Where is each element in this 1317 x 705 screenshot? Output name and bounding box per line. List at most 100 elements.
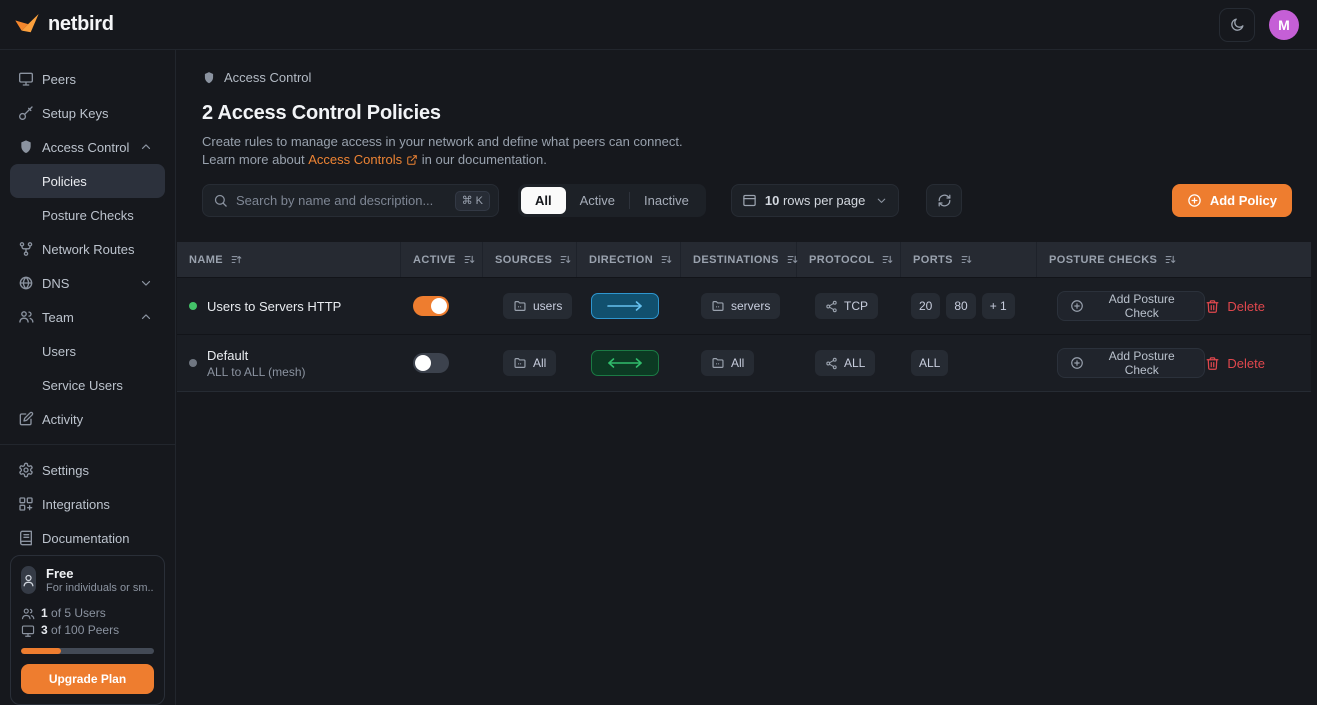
sort-desc-icon (881, 253, 894, 266)
globe-icon (18, 275, 34, 291)
sidebar-item-access-control[interactable]: Access Control (10, 130, 165, 164)
delete-policy-button[interactable]: Delete (1205, 356, 1265, 371)
policy-destinations-cell: All (681, 335, 797, 391)
source-group-label: All (533, 356, 546, 370)
sidebar-item-posture-checks[interactable]: Posture Checks (10, 198, 165, 232)
sidebar-item-team[interactable]: Team (10, 300, 165, 334)
column-label: NAME (189, 254, 223, 266)
sidebar-item-users[interactable]: Users (10, 334, 165, 368)
column-label: DIRECTION (589, 254, 653, 266)
column-header-protocol[interactable]: PROTOCOL (797, 242, 901, 277)
peers-icon (21, 624, 35, 638)
sidebar-label: Posture Checks (42, 208, 134, 223)
policies-table: NAME ACTIVE SOURCES DIRECTION DESTINATIO… (177, 242, 1311, 392)
shield-icon (18, 139, 34, 155)
sidebar-item-service-users[interactable]: Service Users (10, 368, 165, 402)
add-policy-button[interactable]: Add Policy (1172, 184, 1292, 217)
refresh-icon (937, 193, 952, 208)
column-header-sources[interactable]: SOURCES (483, 242, 577, 277)
arrow-right-icon (603, 300, 647, 312)
topbar: netbird M (0, 0, 1317, 50)
tab-inactive[interactable]: Inactive (630, 187, 703, 214)
breadcrumb[interactable]: Access Control (202, 70, 311, 85)
sidebar-label: DNS (42, 276, 69, 291)
breadcrumb-label: Access Control (224, 70, 311, 85)
sidebar-label: Policies (42, 174, 87, 189)
active-toggle-off[interactable] (413, 353, 449, 373)
policy-name-cell[interactable]: Users to Servers HTTP (177, 278, 401, 334)
plan-header: Free For individuals or sm... (21, 566, 154, 595)
sort-desc-icon (1164, 253, 1177, 266)
sidebar-item-setup-keys[interactable]: Setup Keys (10, 96, 165, 130)
policy-name-cell[interactable]: Default ALL to ALL (mesh) (177, 335, 401, 391)
sort-desc-icon (559, 253, 572, 266)
plan-name: Free (46, 566, 154, 581)
table-icon (742, 193, 757, 208)
refresh-button[interactable] (926, 184, 962, 217)
sidebar-label: Service Users (42, 378, 123, 393)
column-header-destinations[interactable]: DESTINATIONS (681, 242, 797, 277)
sidebar-item-documentation[interactable]: Documentation (10, 521, 165, 555)
page-title: 2 Access Control Policies (202, 102, 1292, 125)
column-header-name[interactable]: NAME (177, 242, 401, 277)
plan-users-label: of 5 Users (51, 606, 106, 620)
sidebar-label: Setup Keys (42, 106, 109, 121)
column-header-posture-checks[interactable]: POSTURE CHECKS (1037, 242, 1311, 277)
tab-all[interactable]: All (521, 187, 566, 214)
usage-progress-track (21, 648, 154, 654)
column-label: PROTOCOL (809, 254, 874, 266)
sidebar-item-network-routes[interactable]: Network Routes (10, 232, 165, 266)
add-posture-check-button[interactable]: Add Posture Check (1057, 348, 1205, 378)
policy-direction-cell (577, 335, 681, 391)
table-row: Default ALL to ALL (mesh) All (177, 334, 1311, 391)
theme-toggle-button[interactable] (1219, 8, 1255, 42)
sidebar-item-peers[interactable]: Peers (10, 62, 165, 96)
delete-label: Delete (1227, 299, 1265, 314)
trash-icon (1205, 299, 1220, 314)
book-icon (18, 530, 34, 546)
active-toggle-on[interactable] (413, 296, 449, 316)
brand-logo[interactable]: netbird (14, 12, 114, 38)
sidebar-item-activity[interactable]: Activity (10, 402, 165, 436)
column-header-ports[interactable]: PORTS (901, 242, 1037, 277)
sidebar-item-settings[interactable]: Settings (10, 453, 165, 487)
sidebar-item-integrations[interactable]: Integrations (10, 487, 165, 521)
protocol-label: ALL (844, 356, 865, 370)
user-avatar[interactable]: M (1269, 10, 1299, 40)
policy-direction-cell (577, 278, 681, 334)
column-header-active[interactable]: ACTIVE (401, 242, 483, 277)
search-box[interactable]: ⌘ K (202, 184, 499, 217)
rows-per-page-select[interactable]: 10 rows per page (731, 184, 899, 217)
tab-active[interactable]: Active (566, 187, 629, 214)
policy-name: Default (207, 347, 306, 364)
usage-progress-fill (21, 648, 61, 654)
sidebar-divider (0, 444, 175, 445)
app-root: netbird M Peers Setup Keys Access Contro… (0, 0, 1317, 705)
chevron-down-icon (139, 276, 153, 290)
add-posture-check-button[interactable]: Add Posture Check (1057, 291, 1205, 321)
blocks-icon (18, 496, 34, 512)
activity-log-icon (18, 411, 34, 427)
main-content: Access Control 2 Access Control Policies… (176, 50, 1317, 705)
upgrade-plan-button[interactable]: Upgrade Plan (21, 664, 154, 694)
chevron-up-icon (139, 140, 153, 154)
policy-name: Users to Servers HTTP (207, 298, 341, 315)
status-dot-active (189, 302, 197, 310)
policy-sources-cell: users (483, 278, 577, 334)
user-icon (21, 573, 36, 588)
plus-circle-icon (1070, 299, 1084, 313)
plus-circle-icon (1070, 356, 1084, 370)
column-header-direction[interactable]: DIRECTION (577, 242, 681, 277)
delete-policy-button[interactable]: Delete (1205, 299, 1265, 314)
policy-posture-cell: Add Posture Check Delete (1037, 278, 1311, 334)
brand-name: netbird (48, 13, 114, 36)
team-icon (18, 309, 34, 325)
sidebar-item-dns[interactable]: DNS (10, 266, 165, 300)
key-icon (18, 105, 34, 121)
rows-per-page-count: 10 (765, 193, 779, 208)
access-controls-doc-link[interactable]: Access Controls (308, 151, 418, 169)
search-input[interactable] (236, 193, 447, 208)
sidebar-item-policies[interactable]: Policies (10, 164, 165, 198)
plan-users-usage: 1 of 5 Users (21, 605, 154, 622)
source-group-chip: All (503, 350, 556, 376)
